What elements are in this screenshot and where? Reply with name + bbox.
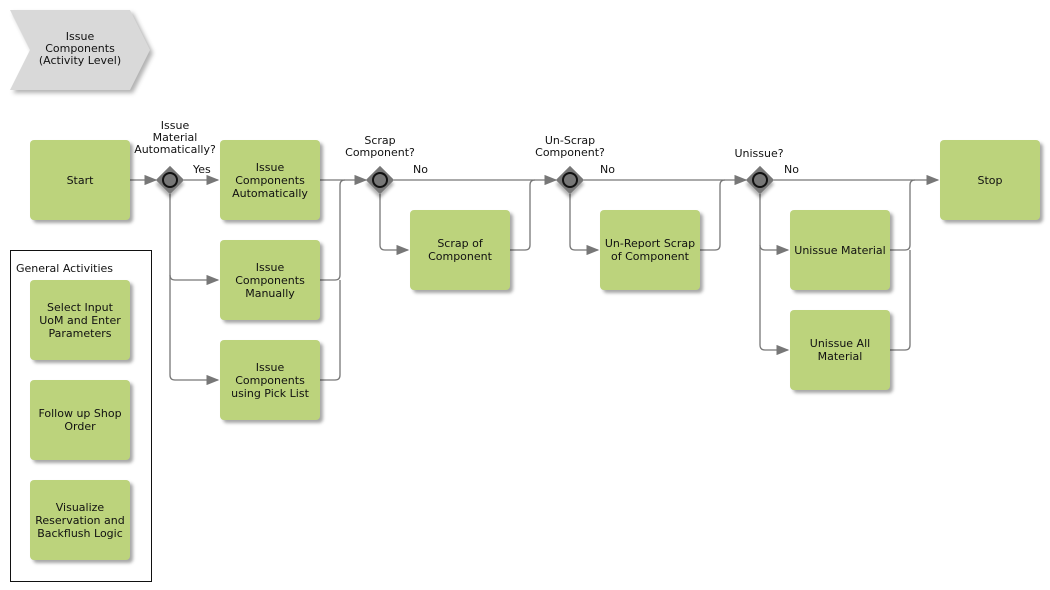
activity-stop[interactable]: Stop xyxy=(940,140,1040,220)
activity-unissue-material[interactable]: Unissue Material xyxy=(790,210,890,290)
gateway-circle-icon xyxy=(162,172,178,188)
activity-issue-components-manually[interactable]: Issue Components Manually xyxy=(220,240,320,320)
activity-unreport-scrap[interactable]: Un-Report Scrap of Component xyxy=(600,210,700,290)
gateway-label-scrap: Scrap Component? xyxy=(345,134,415,159)
gateway-label-unscrap: Un-Scrap Component? xyxy=(535,134,605,159)
general-activity-select-input-uom[interactable]: Select Input UoM and Enter Parameters xyxy=(30,280,130,360)
gateway-circle-icon xyxy=(372,172,388,188)
flow-label-no: No xyxy=(413,163,428,176)
flow-label-no: No xyxy=(600,163,615,176)
connectors xyxy=(10,10,940,386)
activity-unissue-all-material[interactable]: Unissue All Material xyxy=(790,310,890,390)
general-activity-follow-up-shop-order[interactable]: Follow up Shop Order xyxy=(30,380,130,460)
header-title: Issue Components (Activity Level) xyxy=(38,30,122,67)
gateway-circle-icon xyxy=(562,172,578,188)
gateway-circle-icon xyxy=(752,172,768,188)
general-activity-visualize-reservation[interactable]: Visualize Reservation and Backflush Logi… xyxy=(30,480,130,560)
general-activities-title: General Activities xyxy=(16,262,114,275)
flow-label-yes: Yes xyxy=(193,163,211,176)
activity-scrap-of-component[interactable]: Scrap of Component xyxy=(410,210,510,290)
activity-issue-components-automatically[interactable]: Issue Components Automatically xyxy=(220,140,320,220)
flow-label-no: No xyxy=(784,163,799,176)
gateway-label-issue-auto: Issue Material Automatically? xyxy=(134,119,216,156)
general-activities-panel: General Activities Select Input UoM and … xyxy=(10,250,152,582)
activity-start[interactable]: Start xyxy=(30,140,130,220)
activity-issue-components-pick-list[interactable]: Issue Components using Pick List xyxy=(220,340,320,420)
gateway-label-unissue: Unissue? xyxy=(734,147,784,160)
